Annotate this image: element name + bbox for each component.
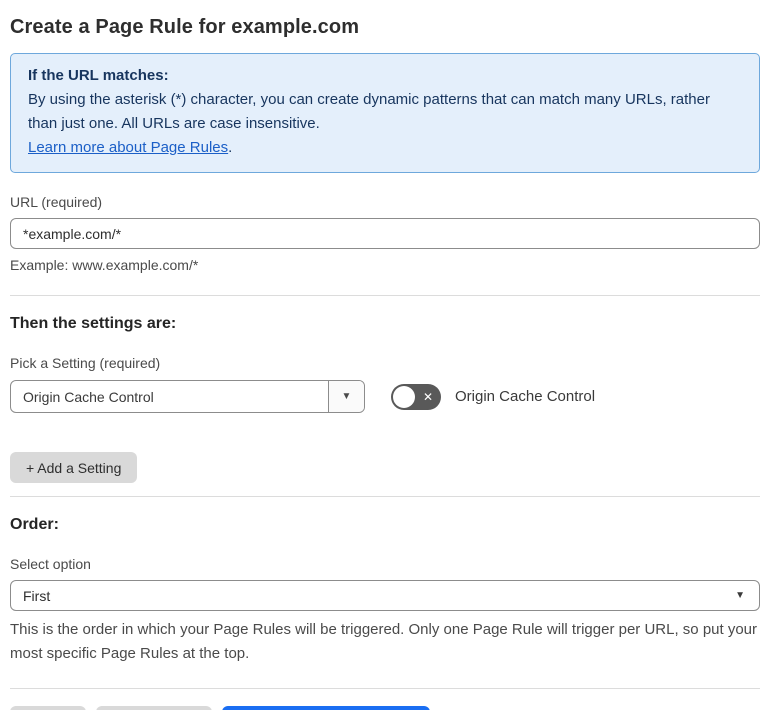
toggle-knob [393, 385, 415, 408]
info-body-text: By using the asterisk (*) character, you… [28, 91, 710, 132]
info-heading: If the URL matches: [28, 67, 169, 84]
divider [10, 295, 760, 296]
divider [10, 496, 760, 497]
order-section-heading: Order: [10, 516, 59, 533]
add-setting-button[interactable]: + Add a Setting [10, 452, 138, 483]
setting-picker-label: Pick a Setting (required) [10, 355, 161, 371]
page-title: Create a Page Rule for example.com [10, 16, 360, 38]
page-rule-form: Create a Page Rule for example.com If th… [0, 0, 770, 710]
chevron-down-icon: ▼ [341, 391, 352, 402]
info-link-suffix: . [228, 139, 233, 156]
order-description: This is the order in which your Page Rul… [10, 621, 758, 662]
order-select[interactable]: First ▼ [10, 580, 760, 611]
setting-select-arrow-button[interactable]: ▼ [328, 381, 364, 412]
setting-row: Origin Cache Control ▼ ✕ Origin Cache Co… [10, 380, 760, 413]
setting-select[interactable]: Origin Cache Control ▼ [10, 380, 365, 413]
url-input[interactable] [10, 218, 760, 249]
save-as-draft-button[interactable]: Save as Draft [95, 706, 213, 710]
order-select-value: First [23, 587, 51, 604]
save-and-deploy-button[interactable]: Save and Deploy Page Rule [222, 706, 431, 710]
url-field-label: URL (required) [10, 194, 103, 210]
info-link-line: Learn more about Page Rules. [28, 136, 742, 160]
chevron-down-icon: ▼ [735, 590, 745, 601]
setting-select-value: Origin Cache Control [23, 388, 154, 405]
learn-more-link[interactable]: Learn more about Page Rules [28, 139, 228, 156]
origin-cache-control-toggle[interactable]: ✕ [391, 383, 441, 410]
setting-toggle-group: ✕ Origin Cache Control [391, 383, 596, 410]
footer-actions: Cancel Save as Draft Save and Deploy Pag… [10, 706, 760, 710]
setting-toggle-label: Origin Cache Control [455, 388, 596, 405]
settings-section-heading: Then the settings are: [10, 315, 177, 332]
order-select-label: Select option [10, 556, 91, 572]
url-example-hint: Example: www.example.com/* [10, 257, 199, 273]
url-match-info-callout: If the URL matches: By using the asteris… [10, 53, 760, 173]
toggle-off-x-icon: ✕ [422, 389, 433, 404]
cancel-button[interactable]: Cancel [10, 706, 86, 710]
divider [10, 688, 760, 689]
